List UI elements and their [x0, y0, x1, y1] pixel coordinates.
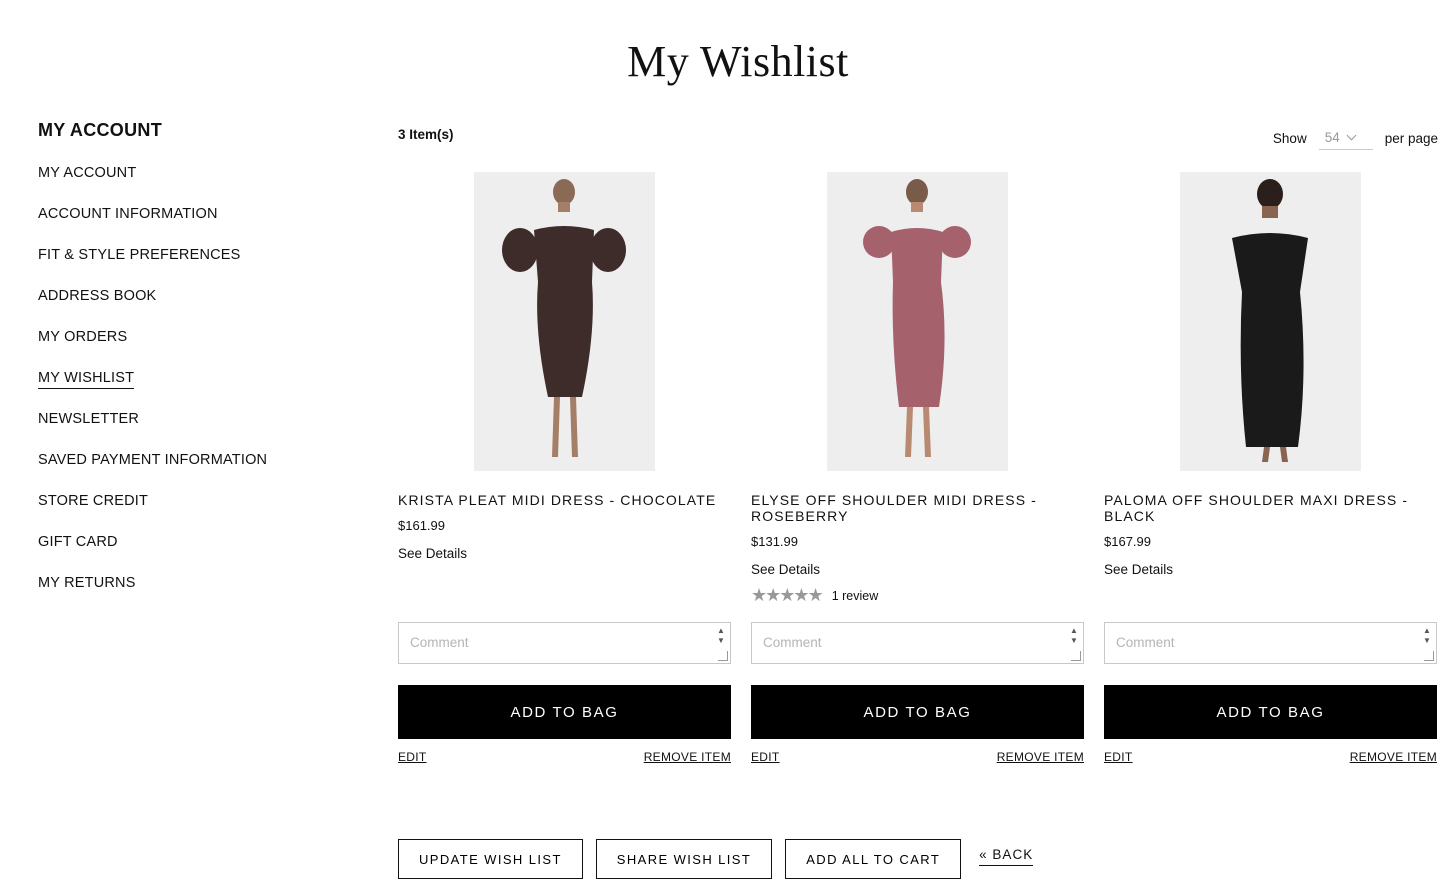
- sidebar-item-my-returns[interactable]: MY RETURNS: [38, 575, 338, 616]
- scroll-arrows-icon[interactable]: ▲ ▼: [1422, 626, 1432, 646]
- product-rating[interactable]: ★★★★★ 1 review: [751, 585, 1084, 606]
- add-to-bag-button[interactable]: ADD TO BAG: [1104, 685, 1437, 739]
- per-page-value: 54: [1324, 130, 1340, 145]
- comment-placeholder: Comment: [410, 635, 469, 650]
- scroll-arrows-icon[interactable]: ▲ ▼: [1069, 626, 1079, 646]
- product-image[interactable]: [827, 172, 1008, 471]
- resize-handle-icon[interactable]: [1071, 651, 1081, 661]
- product-price: $131.99: [751, 534, 798, 549]
- share-wishlist-button[interactable]: SHARE WISH LIST: [595, 839, 773, 879]
- remove-item-link[interactable]: REMOVE ITEM: [644, 750, 731, 764]
- product-name[interactable]: KRISTA PLEAT MIDI DRESS - CHOCOLATE: [398, 492, 731, 508]
- product-name[interactable]: PALOMA OFF SHOULDER MAXI DRESS - BLACK: [1104, 492, 1437, 524]
- page-title: My Wishlist: [627, 37, 849, 86]
- edit-link[interactable]: EDIT: [398, 750, 427, 764]
- resize-handle-icon[interactable]: [718, 651, 728, 661]
- comment-field[interactable]: Comment ▲ ▼: [751, 622, 1084, 664]
- sidebar-item-my-wishlist[interactable]: MY WISHLIST: [38, 370, 338, 411]
- sidebar-item-my-orders[interactable]: MY ORDERS: [38, 329, 338, 370]
- add-all-to-cart-button[interactable]: ADD ALL TO CART: [785, 839, 962, 879]
- product-image[interactable]: [474, 172, 655, 471]
- per-page-limiter: Show 54 per page: [1273, 126, 1438, 150]
- add-to-bag-button[interactable]: ADD TO BAG: [751, 685, 1084, 739]
- edit-link[interactable]: EDIT: [751, 750, 780, 764]
- item-count: 3 Item(s): [398, 127, 454, 142]
- scroll-arrows-icon[interactable]: ▲ ▼: [716, 626, 726, 646]
- sidebar-item-fit-style-preferences[interactable]: FIT & STYLE PREFERENCES: [38, 247, 338, 288]
- sidebar-nav: MY ACCOUNT ACCOUNT INFORMATION FIT & STY…: [38, 165, 338, 616]
- comment-placeholder: Comment: [1116, 635, 1175, 650]
- sidebar-item-saved-payment-information[interactable]: SAVED PAYMENT INFORMATION: [38, 452, 338, 493]
- edit-link[interactable]: EDIT: [1104, 750, 1133, 764]
- chevron-down-icon: [1346, 130, 1357, 141]
- dress-shape: [891, 228, 945, 407]
- per-page-select[interactable]: 54: [1318, 126, 1373, 150]
- see-details-link[interactable]: See Details: [751, 562, 1084, 577]
- product-card: KRISTA PLEAT MIDI DRESS - CHOCOLATE $161…: [398, 172, 731, 764]
- per-page-label: per page: [1384, 130, 1438, 146]
- wishlist-toolbar: 3 Item(s) Show 54 per page: [398, 126, 1438, 156]
- star-rating-icon: ★★★★★: [751, 585, 824, 605]
- resize-handle-icon[interactable]: [1424, 651, 1434, 661]
- product-card: PALOMA OFF SHOULDER MAXI DRESS - BLACK $…: [1104, 172, 1437, 764]
- remove-item-link[interactable]: REMOVE ITEM: [997, 750, 1084, 764]
- remove-item-link[interactable]: REMOVE ITEM: [1350, 750, 1437, 764]
- sidebar-item-account-information[interactable]: ACCOUNT INFORMATION: [38, 206, 338, 247]
- update-wishlist-button[interactable]: UPDATE WISH LIST: [398, 839, 583, 879]
- sidebar-item-gift-card[interactable]: GIFT CARD: [38, 534, 338, 575]
- review-count[interactable]: 1 review: [832, 589, 879, 603]
- comment-placeholder: Comment: [763, 635, 822, 650]
- product-price: $167.99: [1104, 534, 1151, 549]
- account-sidebar: MY ACCOUNT MY ACCOUNT ACCOUNT INFORMATIO…: [38, 120, 338, 616]
- product-price: $161.99: [398, 518, 445, 533]
- product-image[interactable]: [1180, 172, 1361, 471]
- sidebar-title: MY ACCOUNT: [38, 120, 162, 140]
- back-link[interactable]: « BACK: [979, 847, 1034, 866]
- add-to-bag-button[interactable]: ADD TO BAG: [398, 685, 731, 739]
- see-details-link[interactable]: See Details: [398, 546, 731, 561]
- product-name[interactable]: ELYSE OFF SHOULDER MIDI DRESS - ROSEBERR…: [751, 492, 1084, 524]
- wishlist-actions: UPDATE WISH LIST SHARE WISH LIST ADD ALL…: [398, 839, 1034, 879]
- sidebar-item-store-credit[interactable]: STORE CREDIT: [38, 493, 338, 534]
- sidebar-item-my-account[interactable]: MY ACCOUNT: [38, 165, 338, 206]
- sidebar-item-newsletter[interactable]: NEWSLETTER: [38, 411, 338, 452]
- see-details-link[interactable]: See Details: [1104, 562, 1437, 577]
- dress-shape: [1232, 233, 1308, 447]
- sidebar-item-address-book[interactable]: ADDRESS BOOK: [38, 288, 338, 329]
- comment-field[interactable]: Comment ▲ ▼: [398, 622, 731, 664]
- comment-field[interactable]: Comment ▲ ▼: [1104, 622, 1437, 664]
- show-label: Show: [1272, 130, 1307, 146]
- product-card: ELYSE OFF SHOULDER MIDI DRESS - ROSEBERR…: [751, 172, 1084, 764]
